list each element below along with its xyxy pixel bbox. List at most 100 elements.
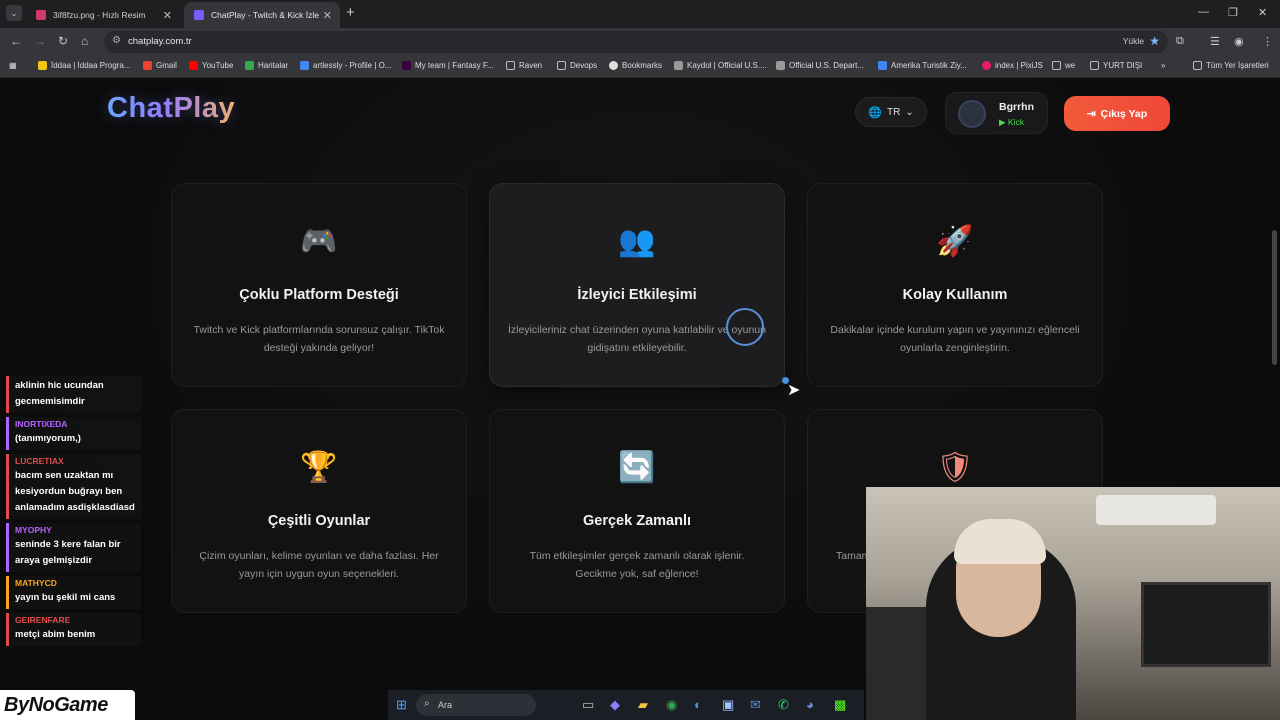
all-bookmarks-folder[interactable]: Tüm Yer İşaretleri [1193,61,1269,70]
chatplay-logo[interactable]: ChatPlay [107,92,235,125]
file-explorer-icon[interactable]: ▰ [638,697,648,713]
feature-title: Gerçek Zamanlı [583,513,691,529]
language-label: TR [886,106,901,118]
more-bookmarks-icon[interactable]: » [1161,61,1165,70]
webcam-background-ac [1096,495,1216,525]
bookmark-label: index | PixiJS [995,61,1043,70]
tab-title: 3if8fzu.png - Hızlı Resim [53,10,146,20]
profile-icon[interactable]: ◉ [1234,35,1244,48]
bookmark-item[interactable]: YouTube [189,61,233,70]
bookmark-favicon-icon [402,61,411,70]
rocket-icon: 🚀 [936,225,974,258]
bookmark-item[interactable]: artlessly - Profile | O... [300,61,392,70]
chat-text: aklinin hic ucundan gecmemisimdir [15,380,104,407]
feature-description: Twitch ve Kick platformlarında sorunsuz … [193,324,445,354]
bookmark-item[interactable]: My team | Fantasy F... [402,61,494,70]
folder-icon [1193,61,1202,70]
forward-icon[interactable]: → [34,34,46,48]
discord-icon[interactable]: ◕ [806,697,814,712]
chrome-icon[interactable]: ◉ [666,697,677,713]
tab-quick-image[interactable]: 3if8fzu.png - Hızlı Resim ✕ [26,2,180,28]
copilot-icon[interactable]: ◆ [610,697,620,713]
user-profile[interactable]: Bgrrhn ▶ Kick [945,92,1048,134]
install-app-button[interactable]: Yükle [1123,36,1144,46]
folder-icon [1052,61,1061,70]
bookmark-folder[interactable]: Raven [506,61,542,70]
bookmark-label: Devops [570,61,598,70]
bookmark-item[interactable]: index | PixiJS [982,61,1043,70]
address-bar[interactable]: ⚙ chatplay.com.tr Yükle ★ [104,31,1168,53]
task-view-icon[interactable]: ▭ [582,697,594,713]
bookmark-folder[interactable]: we [1052,61,1075,70]
bookmark-item[interactable]: Amerika Turistik Ziy... [878,61,967,70]
bookmark-item[interactable]: Bookmarks [609,61,662,70]
feature-card-real-time: 🔄 Gerçek Zamanlı Tüm etkileşimler gerçek… [489,409,785,613]
bookmark-item[interactable]: İddaa | İddaa Progra... [38,61,130,70]
close-tab-icon[interactable]: ✕ [163,9,172,22]
mail-icon[interactable]: ✉ [750,697,761,713]
windows-taskbar: ⊞ Ara ⌕ ▭ ◆ ▰ ◉ ◐ ▣ ✉ ✆ ◕ ▩ [388,690,864,720]
feature-card-easy-use: 🚀 Kolay Kullanım Dakikalar içinde kurulu… [807,183,1103,387]
bookmark-favicon-icon [609,61,618,70]
user-name: Bgrrhn [999,101,1034,113]
site-info-icon[interactable]: ⚙ [112,35,121,46]
reading-list-icon[interactable]: ☰ [1210,35,1220,48]
bookmark-favicon-icon [776,61,785,70]
page-scrollbar[interactable] [1272,230,1277,365]
bookmark-label: İddaa | İddaa Progra... [51,61,131,70]
bookmark-folder[interactable]: YURT DIŞI [1090,61,1142,70]
browser-toolbar: ← → ↻ ⌂ ⚙ chatplay.com.tr Yükle ★ ⧉ ☰ ◉ … [0,28,1280,56]
bookmark-folder[interactable]: Devops [557,61,597,70]
chat-text: yayın bu şekil mi cans [15,592,116,603]
bookmark-star-icon[interactable]: ★ [1149,34,1160,48]
language-selector[interactable]: 🌐 TR ⌄ [855,97,927,127]
bookmark-item[interactable]: Kaydol | Official U.S.... [674,61,767,70]
bookmark-label: Tüm Yer İşaretleri [1206,61,1269,70]
logout-label: Çıkış Yap [1100,107,1148,120]
bookmark-item[interactable]: Official U.S. Depart... [776,61,864,70]
bookmark-item[interactable]: Gmail [143,61,177,70]
close-tab-icon[interactable]: ✕ [323,9,332,22]
feature-card-viewer-interaction: 👥 İzleyici Etkileşimi İzleyicileriniz ch… [489,183,785,387]
webcam-background-tv [1141,582,1271,667]
tab-search-icon[interactable]: ⌄ [6,5,22,21]
feature-title: Çoklu Platform Desteği [239,287,399,303]
kick-icon[interactable]: ▩ [834,697,846,713]
tab-chatplay[interactable]: ChatPlay - Twitch & Kick İzleyic ✕ [184,2,340,28]
chat-text: (tanımıyorum,) [15,433,81,444]
extensions-icon[interactable]: ⧉ [1176,35,1184,48]
edge-icon[interactable]: ◐ [694,697,702,712]
chat-message: INORTIXEDA (tanımıyorum,) [6,417,141,450]
logout-button[interactable]: ⇥ Çıkış Yap [1064,96,1170,131]
webcam-overlay [866,487,1280,720]
chat-message: GEIRENFARE metçi abim benim [6,613,141,646]
bookmark-favicon-icon [674,61,683,70]
feature-description: Çizim oyunları, kelime oyunları ve daha … [199,550,439,580]
gamepad-icon: 🎮 [300,225,338,258]
feature-card-various-games: 🏆 Çeşitli Oyunlar Çizim oyunları, kelime… [171,409,467,613]
reload-icon[interactable]: ↻ [58,34,68,48]
streamer-hair [954,519,1046,564]
restore-icon[interactable]: ❐ [1228,6,1238,19]
home-icon[interactable]: ⌂ [81,34,88,48]
bookmark-label: YouTube [202,61,234,70]
store-icon[interactable]: ▣ [722,697,734,713]
menu-icon[interactable]: ⋮ [1262,35,1273,48]
avatar [958,100,986,128]
window-close-icon[interactable]: ✕ [1258,6,1267,19]
minimize-icon[interactable]: — [1198,6,1209,18]
apps-icon[interactable]: ▦ [9,61,17,70]
bookmark-label: Amerika Turistik Ziy... [891,61,967,70]
bookmark-item[interactable]: Haritalar [245,61,288,70]
users-icon: 👥 [618,225,656,258]
bookmark-favicon-icon [189,61,198,70]
user-platform: ▶ Kick [999,117,1024,128]
new-tab-icon[interactable]: + [346,4,355,21]
taskbar-search[interactable]: Ara [416,694,536,716]
start-icon[interactable]: ⊞ [396,697,407,713]
shield-icon: 🛡 [935,451,975,484]
back-icon[interactable]: ← [10,34,22,48]
folder-icon [506,61,515,70]
whatsapp-icon[interactable]: ✆ [778,697,789,713]
url-text: chatplay.com.tr [128,36,192,47]
